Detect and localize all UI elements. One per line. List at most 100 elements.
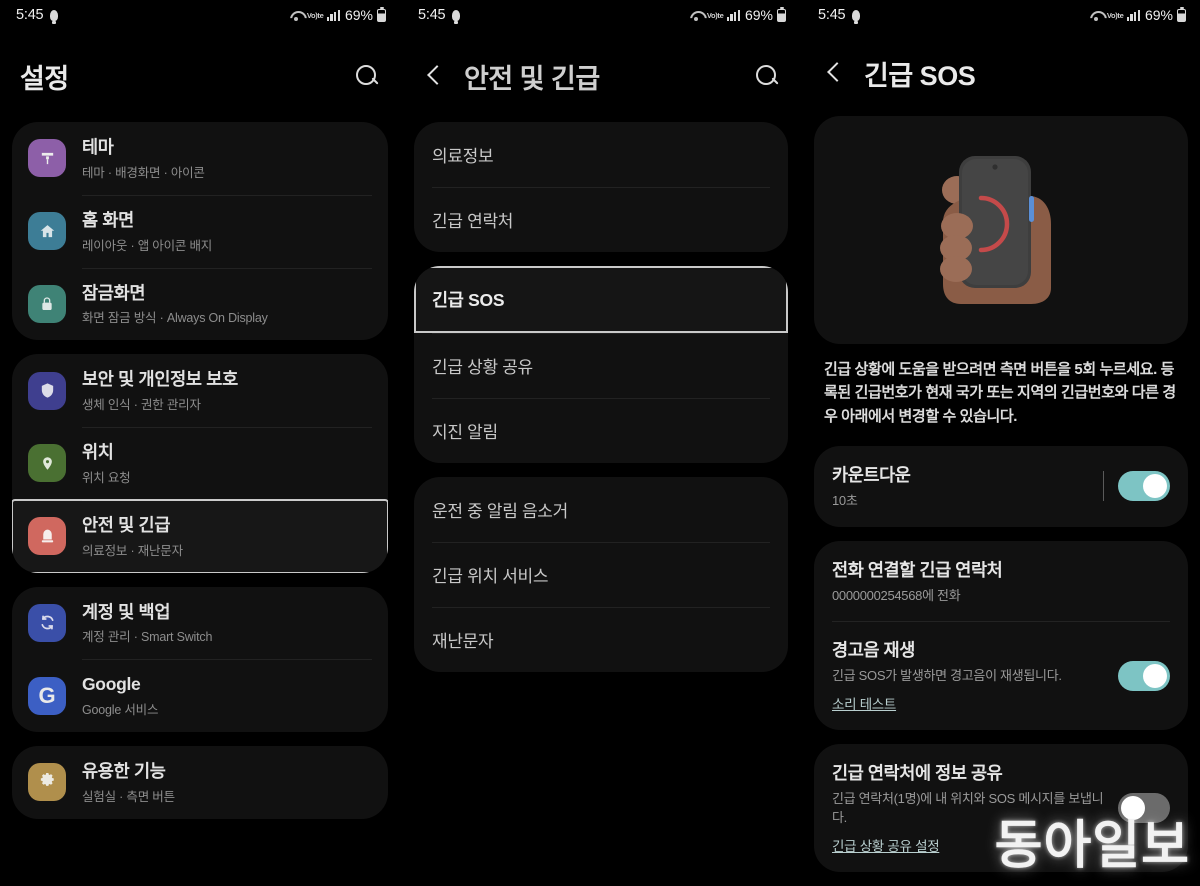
wifi-icon <box>290 10 304 21</box>
bulb-icon <box>452 9 461 24</box>
gear-icon <box>28 763 66 802</box>
setting-play-alarm-sound[interactable]: 경고음 재생 긴급 SOS가 발생하면 경고음이 재생됩니다. 소리 테스트 <box>814 621 1188 730</box>
panel-emergency-sos: 5:45 Vo)te 69% 긴급 SOS 긴급 상황에 도움을 받으려면 측면… <box>800 0 1200 886</box>
row-texts: 카운트다운 10초 <box>832 462 1103 511</box>
row-subtitle: 긴급 SOS가 발생하면 경고음이 재생됩니다. <box>832 668 1062 684</box>
sos-group-call-and-alarm: 전화 연결할 긴급 연락처 0000000254568에 전화 경고음 재생 긴… <box>814 540 1188 731</box>
sidebar-item-accounts-backup[interactable]: 계정 및 백업 계정 관리 · Smart Switch <box>12 587 388 660</box>
battery-icon <box>377 6 386 22</box>
search-icon[interactable] <box>354 63 380 89</box>
sidebar-item-safety-emergency[interactable]: 안전 및 긴급 의료정보 · 재난문자 <box>12 498 388 573</box>
sidebar-item-security-privacy[interactable]: 보안 및 개인정보 보호 생체 인식 · 권한 관리자 <box>12 354 388 427</box>
list-item-mute-while-driving[interactable]: 운전 중 알림 음소거 <box>414 477 788 542</box>
toggle-alarm-sound[interactable] <box>1118 660 1170 691</box>
location-pin-icon <box>28 444 66 483</box>
row-texts: 잠금화면 화면 잠금 방식 · Always On Display <box>82 282 268 327</box>
sos-group-share-info: 긴급 연락처에 정보 공유 긴급 연락처(1명)에 내 위치와 SOS 메시지를… <box>814 744 1188 872</box>
list-item-disaster-messages[interactable]: 재난문자 <box>414 607 788 672</box>
settings-group: 테마 테마 · 배경화면 · 아이콘 홈 화면 레이아웃 · 앱 아이콘 배지 <box>12 122 388 341</box>
sidebar-item-lock-screen[interactable]: 잠금화면 화면 잠금 방식 · Always On Display <box>12 267 388 341</box>
row-subtitle: Google 서비스 <box>82 703 159 717</box>
list-item-earthquake-alerts[interactable]: 지진 알림 <box>414 398 788 463</box>
settings-group: 유용한 기능 실험실 · 측면 버튼 <box>12 746 388 819</box>
sidebar-item-location[interactable]: 위치 위치 요청 <box>12 427 388 500</box>
row-title: 테마 <box>82 137 114 157</box>
status-bar-right: Vo)te 69% <box>690 6 786 23</box>
row-title: Google <box>82 674 141 695</box>
vertical-divider <box>1102 471 1104 502</box>
search-icon[interactable] <box>754 63 780 89</box>
row-texts: 전화 연결할 긴급 연락처 0000000254568에 전화 <box>832 557 1170 606</box>
row-texts: 경고음 재생 긴급 SOS가 발생하면 경고음이 재생됩니다. 소리 테스트 <box>832 637 1118 714</box>
page-title: 긴급 SOS <box>864 60 976 91</box>
toggle-share-info[interactable] <box>1118 793 1170 824</box>
row-texts: 계정 및 백업 계정 관리 · Smart Switch <box>82 601 212 646</box>
row-title: 잠금화면 <box>82 282 146 303</box>
signal-bars-icon <box>326 9 340 21</box>
link-sound-test[interactable]: 소리 테스트 <box>832 693 896 713</box>
battery-percent-label: 69% <box>1144 7 1173 23</box>
row-subtitle: 의료정보 · 재난문자 <box>82 543 183 558</box>
setting-countdown[interactable]: 카운트다운 10초 <box>814 446 1188 527</box>
safety-group: 긴급 SOS 긴급 상황 공유 지진 알림 <box>414 266 788 463</box>
row-subtitle: 긴급 연락처(1명)에 내 위치와 SOS 메시지를 보냅니다. <box>832 791 1104 826</box>
status-time: 5:45 <box>16 7 44 23</box>
row-title: 안전 및 긴급 <box>82 514 171 535</box>
wifi-icon <box>690 10 704 21</box>
sos-illustration-svg <box>940 155 1051 304</box>
settings-list: 테마 테마 · 배경화면 · 아이콘 홈 화면 레이아웃 · 앱 아이콘 배지 <box>0 122 400 819</box>
list-item-emergency-sharing[interactable]: 긴급 상황 공유 <box>414 333 788 398</box>
battery-icon <box>1177 6 1186 22</box>
toggle-countdown[interactable] <box>1118 471 1170 502</box>
page-title: 안전 및 긴급 <box>464 63 600 94</box>
list-item-emergency-sos[interactable]: 긴급 SOS <box>414 266 788 333</box>
row-title: 보안 및 개인정보 보호 <box>82 369 238 390</box>
row-title: 유용한 기능 <box>82 761 166 781</box>
sidebar-item-theme[interactable]: 테마 테마 · 배경화면 · 아이콘 <box>12 122 388 195</box>
list-item-emergency-contacts[interactable]: 긴급 연락처 <box>414 187 788 252</box>
sidebar-item-useful-features[interactable]: 유용한 기능 실험실 · 측면 버튼 <box>12 746 388 819</box>
shield-icon <box>28 371 66 410</box>
row-title: 홈 화면 <box>82 209 134 230</box>
battery-percent-label: 69% <box>744 7 773 23</box>
row-subtitle: 레이아웃 · 앱 아이콘 배지 <box>82 238 213 253</box>
volte-icon: Vo)te <box>1106 10 1124 20</box>
list-item-emergency-sos-wrapper: 긴급 SOS <box>414 266 788 333</box>
status-bar-left: 5:45 <box>418 7 461 24</box>
row-texts: 홈 화면 레이아웃 · 앱 아이콘 배지 <box>82 209 212 254</box>
setting-emergency-call-contact[interactable]: 전화 연결할 긴급 연락처 0000000254568에 전화 <box>814 541 1188 622</box>
safety-group: 의료정보 긴급 연락처 <box>414 122 788 252</box>
back-arrow-icon[interactable] <box>822 60 848 86</box>
home-icon <box>28 212 66 251</box>
list-item-medical-info[interactable]: 의료정보 <box>414 122 788 187</box>
setting-share-info-with-contacts[interactable]: 긴급 연락처에 정보 공유 긴급 연락처(1명)에 내 위치와 SOS 메시지를… <box>814 744 1188 872</box>
link-emergency-sharing-settings[interactable]: 긴급 상황 공유 설정 <box>832 835 940 855</box>
row-texts: 안전 및 긴급 의료정보 · 재난문자 <box>82 514 183 559</box>
battery-icon <box>777 6 786 22</box>
row-subtitle: 0000000254568에 전화 <box>832 587 961 603</box>
wifi-icon <box>1090 10 1104 21</box>
row-title: 긴급 연락처에 정보 공유 <box>832 763 1003 784</box>
sos-settings-list: 카운트다운 10초 전화 연결할 긴급 연락처 0000000254568에 전… <box>802 445 1200 872</box>
safety-app-bar: 안전 및 긴급 <box>402 30 800 122</box>
google-g-icon: G <box>28 676 66 715</box>
toggle-knob <box>1121 796 1145 821</box>
row-subtitle: 위치 요청 <box>82 470 131 485</box>
row-title: 계정 및 백업 <box>82 601 171 622</box>
row-title: 경고음 재생 <box>832 640 915 661</box>
row-texts: 위치 위치 요청 <box>82 441 131 486</box>
row-texts: 유용한 기능 실험실 · 측면 버튼 <box>82 760 175 805</box>
status-bar-right: Vo)te 69% <box>290 6 386 23</box>
sidebar-item-home-screen[interactable]: 홈 화면 레이아웃 · 앱 아이콘 배지 <box>12 194 388 268</box>
back-arrow-icon[interactable] <box>422 63 448 89</box>
sidebar-item-google[interactable]: G Google Google 서비스 <box>12 659 388 732</box>
lock-icon <box>28 284 66 323</box>
status-bar-left: 5:45 <box>16 7 59 24</box>
toggle-wrapper <box>1102 471 1170 502</box>
status-bar: 5:45 Vo)te 69% <box>0 0 400 30</box>
page-title: 설정 <box>20 63 69 94</box>
volte-icon: Vo)te <box>306 10 324 20</box>
list-item-emergency-location-service[interactable]: 긴급 위치 서비스 <box>414 542 788 607</box>
row-texts: 보안 및 개인정보 보호 생체 인식 · 권한 관리자 <box>82 368 238 413</box>
bulb-icon <box>852 9 861 24</box>
